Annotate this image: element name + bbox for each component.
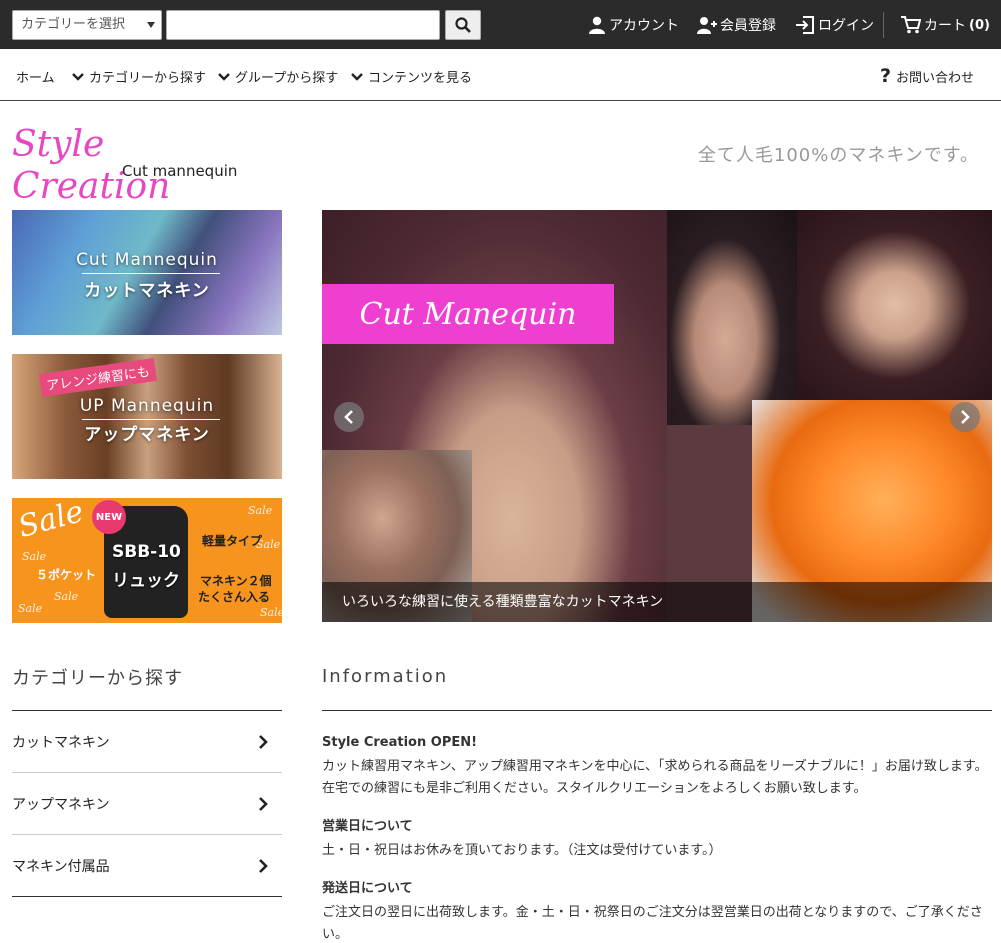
slider-next-button[interactable] xyxy=(950,402,980,432)
nav-contact[interactable]: ? お問い合わせ xyxy=(880,65,974,87)
product-model: SBB-10 xyxy=(112,542,181,562)
chevron-right-icon xyxy=(259,734,268,749)
slide-caption: いろいろな練習に使える種類豊富なカットマネキン xyxy=(322,582,992,622)
info-heading: 営業日について xyxy=(322,819,413,834)
product-capacity: マネキン２個 xyxy=(200,574,272,588)
user-plus-icon xyxy=(697,17,717,34)
banner-cut-mannequin[interactable]: Cut Mannequin カットマネキン xyxy=(12,210,282,335)
account-label: アカウント xyxy=(609,18,679,34)
chevron-left-icon xyxy=(344,410,353,424)
product-pockets: ５ポケット xyxy=(36,568,97,582)
new-badge: NEW xyxy=(92,500,126,534)
account-link[interactable]: アカウント xyxy=(588,14,679,36)
chevron-right-icon xyxy=(259,796,268,811)
nav-home[interactable]: ホーム xyxy=(16,67,55,86)
main-nav: ホーム カテゴリーから探す グループから探す コンテンツを見る ? お問い合わせ xyxy=(0,49,1001,101)
divider xyxy=(883,12,884,38)
register-label: 会員登録 xyxy=(720,18,776,34)
info-heading: Style Creation OPEN! xyxy=(322,735,478,750)
category-item[interactable]: アップマネキン xyxy=(12,773,282,835)
slider-prev-button[interactable] xyxy=(334,402,364,432)
register-link[interactable]: 会員登録 xyxy=(697,14,776,36)
cart-link[interactable]: カート (0) xyxy=(901,14,990,36)
search-button[interactable] xyxy=(445,10,481,40)
login-icon xyxy=(796,16,814,34)
search-input[interactable] xyxy=(166,10,440,40)
info-body: Style Creation OPEN! カット練習用マネキン、アップ練習用マネ… xyxy=(322,732,992,943)
sale-text-small: Sale xyxy=(54,590,79,603)
cart-label: カート xyxy=(924,18,966,34)
category-list: カットマネキン アップマネキン マネキン付属品 xyxy=(12,710,282,897)
chevron-down-icon xyxy=(218,72,230,81)
login-link[interactable]: ログイン xyxy=(795,14,874,36)
category-select[interactable]: カテゴリーを選択 xyxy=(12,10,162,40)
user-icon xyxy=(589,16,605,34)
cart-icon xyxy=(901,16,921,34)
top-bar: カテゴリーを選択 アカウント 会員登録 ログイン カート (0) xyxy=(0,0,1001,49)
tagline: 全て人毛100%のマネキンです。 xyxy=(697,145,979,166)
info-text: ご注文日の翌日に出荷致します。金・土・日・祝祭日のご注文分は翌営業日の出荷となり… xyxy=(322,905,983,942)
sale-text-small: Sale xyxy=(260,606,282,619)
chevron-right-icon xyxy=(961,410,970,424)
info-text: 土・日・祝日はお休みを頂いております。（注文は受付けています。） xyxy=(322,843,722,858)
sidebar-title: カテゴリーから探す xyxy=(12,668,183,689)
nav-category-label: カテゴリーから探す xyxy=(89,71,207,86)
divider xyxy=(82,273,220,274)
login-label: ログイン xyxy=(818,18,874,34)
category-item-label: マネキン付属品 xyxy=(12,858,110,875)
product-type: 軽量タイプ xyxy=(202,534,263,548)
category-item-label: アップマネキン xyxy=(12,796,110,813)
nav-group-label: グループから探す xyxy=(235,71,339,86)
banner-up-badge: アレンジ練習にも xyxy=(38,358,158,397)
banner-cut-en: Cut Mannequin xyxy=(76,250,218,270)
slide-photo xyxy=(797,210,992,400)
nav-group[interactable]: グループから探す xyxy=(218,67,338,86)
hero-slider[interactable]: Cut Manequin いろいろな練習に使える種類豊富なカットマネキン xyxy=(322,210,992,622)
slide-photo xyxy=(667,210,797,425)
chevron-down-icon xyxy=(72,72,84,81)
site-logo[interactable]: Style Creation Cut mannequin xyxy=(12,124,242,207)
chevron-down-icon xyxy=(147,22,155,28)
slide-label: Cut Manequin xyxy=(322,284,614,344)
chevron-right-icon xyxy=(259,858,268,873)
nav-home-label: ホーム xyxy=(16,71,55,86)
category-select-label: カテゴリーを選択 xyxy=(21,17,126,32)
banner-up-en: UP Mannequin xyxy=(79,396,215,416)
question-icon: ? xyxy=(880,65,892,87)
logo-subtitle: Cut mannequin xyxy=(122,162,238,180)
chevron-down-icon xyxy=(351,72,363,81)
banner-sale-backpack[interactable]: Sale Sale Sale Sale Sale Sale Sale NEW S… xyxy=(12,498,282,623)
info-heading: 発送日について xyxy=(322,881,413,896)
search-icon xyxy=(455,17,471,33)
banner-cut-jp: カットマネキン xyxy=(84,281,210,301)
cart-count: (0) xyxy=(969,17,990,33)
sale-text-small: Sale xyxy=(248,504,273,517)
nav-contents[interactable]: コンテンツを見る xyxy=(351,67,472,86)
info-text: カット練習用マネキン、アップ練習用マネキンを中心に、「求められる商品をリーズナブ… xyxy=(322,759,988,796)
banner-up-mannequin[interactable]: アレンジ練習にも UP Mannequin アップマネキン xyxy=(12,354,282,479)
nav-category[interactable]: カテゴリーから探す xyxy=(72,67,206,86)
nav-contact-label: お問い合わせ xyxy=(896,70,975,86)
sale-text: Sale xyxy=(14,498,88,545)
sale-text-small: Sale xyxy=(18,602,43,615)
product-model-jp: リュック xyxy=(112,571,180,591)
category-item[interactable]: カットマネキン xyxy=(12,711,282,773)
info-title: Information xyxy=(322,666,449,687)
category-item-label: カットマネキン xyxy=(12,734,110,751)
banner-up-jp: アップマネキン xyxy=(84,425,210,445)
product-capacity-2: たくさん入る xyxy=(198,590,271,604)
nav-contents-label: コンテンツを見る xyxy=(368,71,473,86)
divider xyxy=(322,710,992,711)
sale-text-small: Sale xyxy=(22,550,47,563)
category-item[interactable]: マネキン付属品 xyxy=(12,835,282,897)
